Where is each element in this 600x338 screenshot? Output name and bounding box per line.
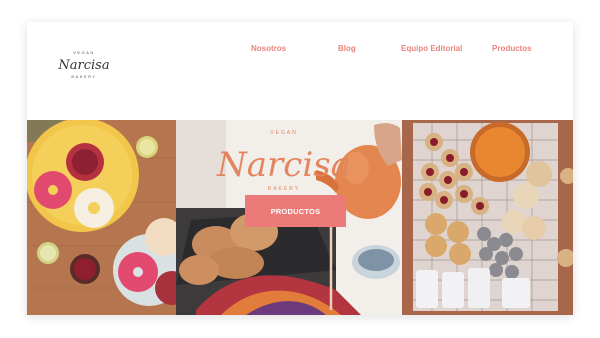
page-card: VEGAN Narcisa BAKERY Nosotros Blog Equip…: [27, 22, 573, 315]
brand-logo[interactable]: VEGAN Narcisa BAKERY: [55, 44, 113, 84]
hero-logo-wordmark: Narcisa: [216, 145, 351, 185]
productos-button[interactable]: PRODUCTOS: [245, 195, 346, 227]
logo-wordmark: Narcisa: [57, 58, 109, 73]
logo-tagline-bottom: BAKERY: [71, 74, 96, 79]
hero-gallery: VEGAN Narcisa BAKERY PRODUCTOS: [27, 120, 573, 315]
hero-logo-tagline-top: VEGAN: [270, 130, 298, 136]
logo-tagline-top: VEGAN: [73, 50, 95, 55]
nav-blog[interactable]: Blog: [338, 44, 356, 53]
donuts-photo: [27, 120, 176, 315]
hero-logo-tagline-bottom: BAKERY: [268, 186, 300, 192]
cookies-photo: [402, 120, 573, 315]
site-header: VEGAN Narcisa BAKERY Nosotros Blog Equip…: [27, 22, 573, 120]
nav-productos[interactable]: Productos: [492, 44, 532, 53]
nav-equipo-editorial[interactable]: Equipo Editorial: [401, 44, 462, 53]
nav-nosotros[interactable]: Nosotros: [251, 44, 286, 53]
